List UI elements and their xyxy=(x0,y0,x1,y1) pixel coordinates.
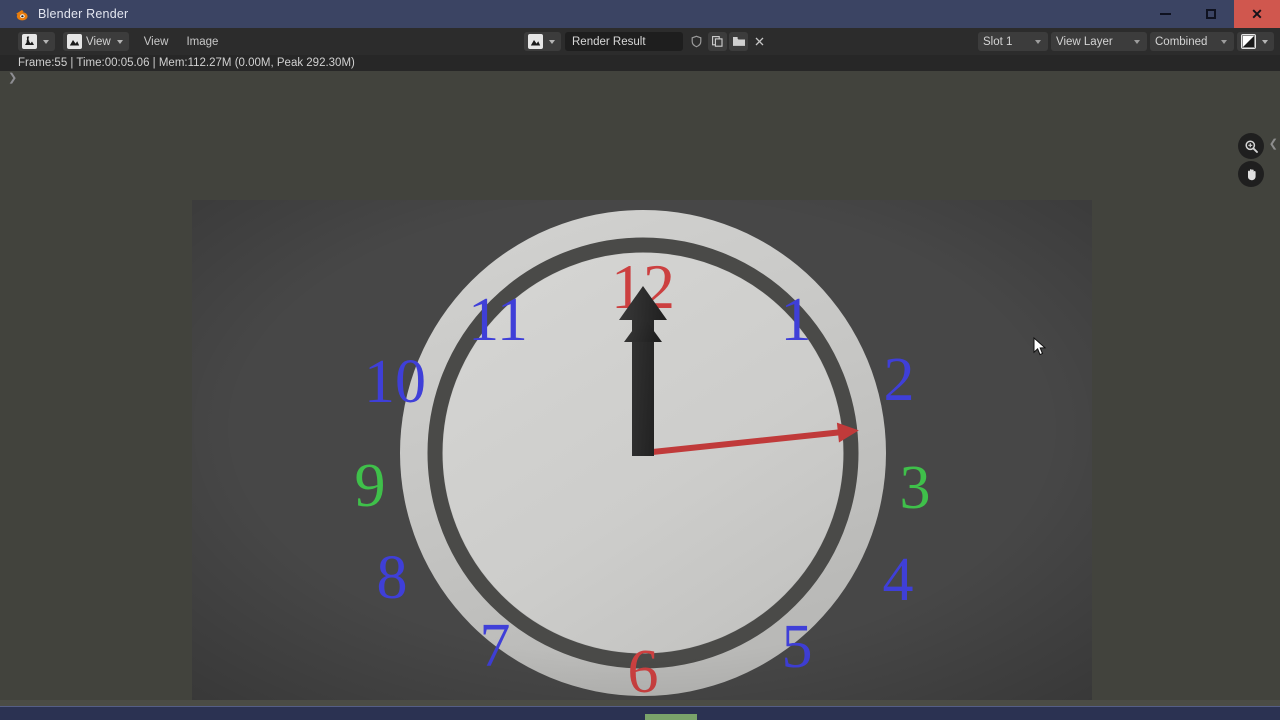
sidebar-toggle[interactable]: ❯ xyxy=(8,71,18,85)
view-layer-label: View Layer xyxy=(1056,35,1113,48)
pan-gizmo[interactable] xyxy=(1238,161,1264,187)
fake-user-button[interactable] xyxy=(687,32,706,51)
zoom-gizmo[interactable] xyxy=(1238,133,1264,159)
minimize-button[interactable] xyxy=(1142,0,1188,28)
menu-image[interactable]: Image xyxy=(177,32,227,51)
header-left-group: View View Image xyxy=(0,32,227,51)
image-viewport[interactable]: 12 1 2 3 4 5 6 7 xyxy=(0,71,1280,700)
image-datablock-icon xyxy=(528,34,543,49)
image-editor-icon xyxy=(22,34,37,49)
chevron-down-icon xyxy=(549,39,555,44)
chevron-down-icon xyxy=(1262,39,1268,44)
open-image-button[interactable] xyxy=(729,32,748,51)
image-datablock-group: Render Result xyxy=(524,28,769,55)
chevron-down-icon xyxy=(43,39,49,44)
minimize-icon xyxy=(1159,13,1171,15)
render-canvas: 12 1 2 3 4 5 6 7 xyxy=(192,200,1092,700)
color-channel-icon xyxy=(1241,34,1256,49)
maximize-icon xyxy=(1206,9,1216,19)
header-right-group: Slot 1 View Layer Combined xyxy=(978,28,1274,55)
chevron-down-icon xyxy=(116,39,123,44)
close-x-icon xyxy=(755,37,764,46)
titlebar: Blender Render ✕ xyxy=(0,0,1280,28)
unlink-datablock-button[interactable] xyxy=(750,32,769,51)
render-info-text: Frame:55 | Time:00:05.06 | Mem:112.27M (… xyxy=(18,57,355,69)
chevron-down-icon xyxy=(1221,39,1227,44)
render-slot-dropdown[interactable]: Slot 1 xyxy=(978,32,1048,51)
blender-render-window: Blender Render ✕ View View Image Render … xyxy=(0,0,1280,720)
image-view-icon xyxy=(67,34,82,49)
view-layer-dropdown[interactable]: View Layer xyxy=(1051,32,1147,51)
display-channels-dropdown[interactable] xyxy=(1237,32,1274,51)
titlebar-left: Blender Render xyxy=(0,7,128,22)
render-slot-label: Slot 1 xyxy=(983,35,1013,48)
magnifier-icon xyxy=(1244,139,1258,153)
editor-type-selector[interactable] xyxy=(18,32,55,51)
render-pass-dropdown[interactable]: Combined xyxy=(1150,32,1234,51)
viewport-edge-toggle[interactable]: ❮ xyxy=(1269,137,1278,150)
mouse-pointer xyxy=(1033,336,1049,359)
rendered-clock-image: 12 1 2 3 4 5 6 7 xyxy=(192,200,1092,700)
view-mode-label: View xyxy=(86,35,111,48)
folder-icon xyxy=(732,37,745,46)
duplicate-datablock-button[interactable] xyxy=(708,32,727,51)
taskbar[interactable] xyxy=(0,706,1280,720)
shield-icon xyxy=(691,35,702,48)
maximize-button[interactable] xyxy=(1188,0,1234,28)
close-button[interactable]: ✕ xyxy=(1234,0,1280,28)
datablock-type-selector[interactable] xyxy=(524,32,561,51)
chevron-down-icon xyxy=(1035,39,1041,44)
copy-icon xyxy=(712,36,723,47)
image-editor-header: View View Image Render Result Slot 1 Vie… xyxy=(0,28,1280,55)
hand-icon xyxy=(1247,168,1256,180)
blender-logo-icon xyxy=(14,7,29,22)
close-icon: ✕ xyxy=(1251,6,1263,22)
datablock-name-field[interactable]: Render Result xyxy=(565,32,683,51)
render-pass-label: Combined xyxy=(1155,35,1208,48)
window-title: Blender Render xyxy=(38,7,129,21)
view-mode-dropdown[interactable]: View xyxy=(63,32,129,51)
chevron-down-icon xyxy=(1134,39,1140,44)
menu-view[interactable]: View xyxy=(135,32,178,51)
taskbar-active-item[interactable] xyxy=(645,714,697,720)
